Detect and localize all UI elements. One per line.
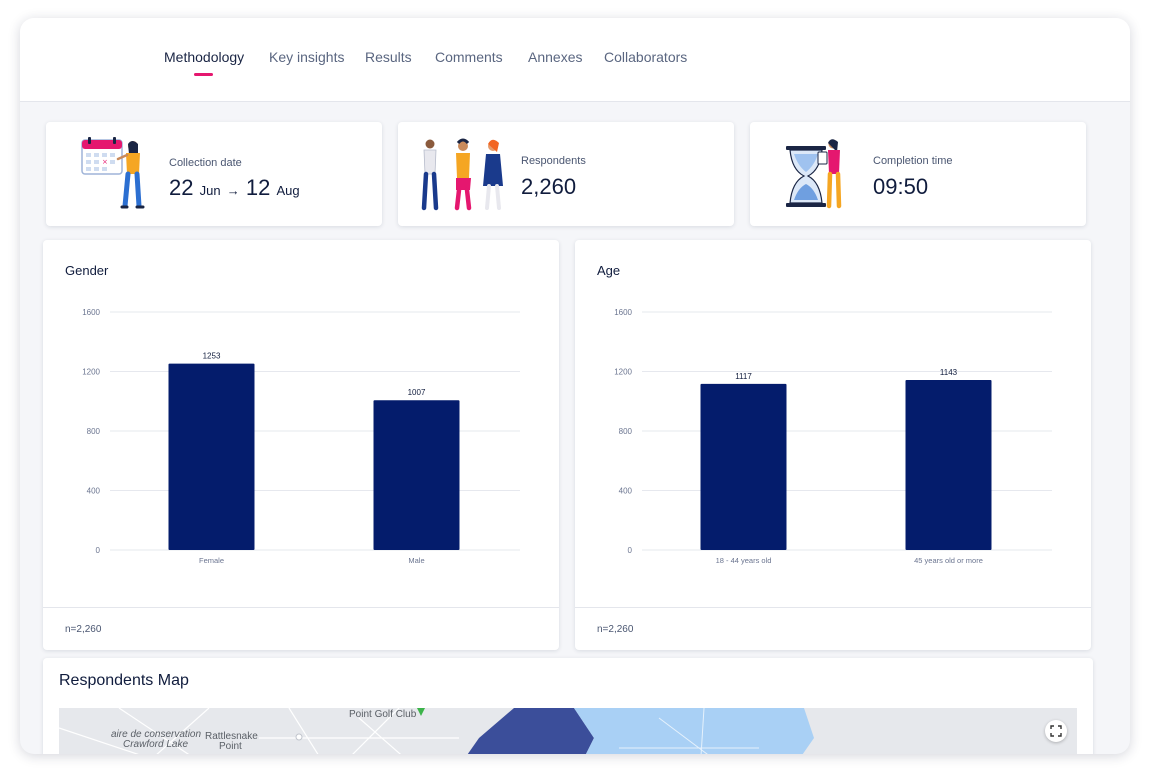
age-chart-card: Age 0 400 800 1200 1600 1117 18 - 44 years old…: [575, 240, 1091, 650]
y-tick-label: 400: [619, 487, 633, 496]
y-tick-label: 1600: [614, 308, 632, 317]
y-tick-label: 800: [87, 427, 101, 436]
age-sample-size: n=2,260: [597, 624, 634, 635]
map-label-crawford: Crawford Lake: [123, 739, 189, 750]
map-fullscreen-button[interactable]: [1045, 720, 1067, 742]
collection-date-label: Collection date: [169, 157, 242, 169]
tab-results[interactable]: Results: [365, 49, 412, 65]
respondents-map-card: Respondents Map Point Golf Club aire de …: [43, 658, 1093, 754]
x-category-label: 18 - 44 years old: [716, 556, 772, 565]
map-title: Respondents Map: [59, 672, 189, 689]
tab-bar: Methodology Key insights Results Comment…: [20, 18, 1130, 102]
app-window: Methodology Key insights Results Comment…: [20, 18, 1130, 754]
calendar-illustration-icon: ×: [81, 137, 145, 209]
bar: [905, 379, 992, 550]
people-illustration-icon: [421, 138, 503, 211]
start-day: 22: [169, 175, 194, 200]
end-day: 12: [245, 175, 271, 200]
svg-text:×: ×: [102, 158, 108, 166]
age-bar-chart: 0 400 800 1200 1600 1117 18 - 44 years old 1143…: [614, 308, 1052, 565]
x-category-label: 45 years old or more: [914, 556, 983, 565]
tab-key-insights[interactable]: Key insights: [269, 49, 344, 65]
tab-annexes[interactable]: Annexes: [528, 49, 582, 65]
respondents-card: Respondents 2,260: [398, 122, 734, 226]
chart-divider: [575, 607, 1091, 608]
end-month: Aug: [276, 183, 300, 198]
x-category-label: Female: [199, 556, 224, 565]
tab-comments[interactable]: Comments: [435, 49, 503, 65]
completion-time-label: Completion time: [873, 155, 953, 167]
y-tick-label: 800: [619, 427, 633, 436]
map-label-point: Point: [219, 741, 242, 752]
bar: [373, 400, 460, 550]
tab-methodology[interactable]: Methodology: [164, 49, 244, 65]
map-region-light: [574, 708, 814, 754]
tab-collaborators[interactable]: Collaborators: [604, 49, 687, 65]
bar-value-label: 1007: [408, 388, 426, 397]
gender-chart-card: Gender 0 400 800 1200 1600 1253 Female 1007 Male…: [43, 240, 559, 650]
map-label-golf: Point Golf Club: [349, 709, 417, 720]
bar: [168, 363, 255, 550]
date-arrow-icon: →: [226, 183, 240, 198]
chart-divider: [43, 607, 559, 608]
bar-value-label: 1143: [940, 368, 958, 377]
y-tick-label: 1600: [82, 308, 100, 317]
completion-time-value: 09:50: [873, 174, 929, 199]
bar-value-label: 1253: [203, 352, 221, 361]
y-tick-label: 0: [96, 546, 101, 555]
gender-bar-chart: 0 400 800 1200 1600 1253 Female 1007 Male: [82, 308, 520, 565]
start-month: Jun: [199, 183, 221, 198]
fullscreen-icon: [1050, 725, 1062, 737]
hourglass-illustration-icon: [786, 139, 842, 209]
bar: [700, 383, 787, 550]
collection-date-value: 22 Jun → 12 Aug: [169, 175, 300, 201]
respondents-label: Respondents: [521, 155, 586, 167]
active-tab-indicator: [194, 73, 213, 76]
respondents-value: 2,260: [521, 174, 577, 199]
y-tick-label: 400: [87, 487, 101, 496]
y-tick-label: 1200: [614, 368, 632, 377]
respondents-map[interactable]: Point Golf Club aire de conservation Cra…: [59, 708, 1077, 754]
y-tick-label: 0: [628, 546, 633, 555]
gender-sample-size: n=2,260: [65, 624, 102, 635]
y-tick-label: 1200: [82, 368, 100, 377]
x-category-label: Male: [408, 556, 424, 565]
collection-date-card: × Collection date 22 Jun → 12 Aug: [46, 122, 382, 226]
bar-value-label: 1117: [735, 372, 752, 381]
completion-time-card: Completion time 09:50: [750, 122, 1086, 226]
